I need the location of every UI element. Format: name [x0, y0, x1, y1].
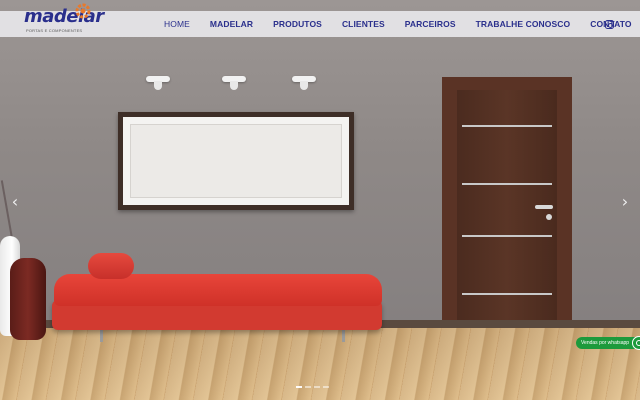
- wall-lamp: [222, 76, 246, 90]
- slider-dots: [296, 386, 332, 388]
- gear-icon: [75, 3, 91, 19]
- wooden-door: [457, 90, 557, 332]
- picture-frame: [118, 112, 354, 210]
- whatsapp-icon: [632, 335, 640, 350]
- hero-slide: [0, 0, 640, 400]
- slider-dot[interactable]: [323, 386, 329, 388]
- slider-dot[interactable]: [314, 386, 320, 388]
- slider-next-icon[interactable]: ›: [620, 193, 630, 211]
- nav-item-home[interactable]: HOME: [164, 19, 190, 29]
- slider-prev-icon[interactable]: ‹: [10, 193, 20, 211]
- wall-lamp: [146, 76, 170, 90]
- wood-floor: [0, 328, 640, 400]
- nav-item-madelar[interactable]: MADELAR: [210, 19, 253, 29]
- wall-lamp: [292, 76, 316, 90]
- instagram-icon[interactable]: [605, 20, 614, 29]
- sofa-leg: [342, 328, 345, 342]
- sofa-pillow: [88, 253, 134, 279]
- red-vase: [10, 258, 46, 340]
- sofa-leg: [100, 328, 103, 342]
- door-lock: [546, 214, 552, 220]
- brand-tagline: PORTAS E COMPONENTES: [26, 28, 83, 33]
- whatsapp-label: Vendas por whatsapp: [576, 336, 640, 349]
- door-handle: [535, 205, 553, 209]
- slider-dot[interactable]: [296, 386, 302, 388]
- whatsapp-button[interactable]: Vendas por whatsapp: [576, 335, 640, 350]
- brand-logo[interactable]: madelar PORTAS E COMPONENTES: [24, 3, 104, 40]
- nav-item-clientes[interactable]: CLIENTES: [342, 19, 385, 29]
- nav-item-trabalhe-conosco[interactable]: TRABALHE CONOSCO: [476, 19, 571, 29]
- nav-item-produtos[interactable]: PRODUTOS: [273, 19, 322, 29]
- main-menu: HOME MADELAR PRODUTOS CLIENTES PARCEIROS…: [164, 11, 640, 37]
- nav-item-parceiros[interactable]: PARCEIROS: [405, 19, 456, 29]
- slider-dot[interactable]: [305, 386, 311, 388]
